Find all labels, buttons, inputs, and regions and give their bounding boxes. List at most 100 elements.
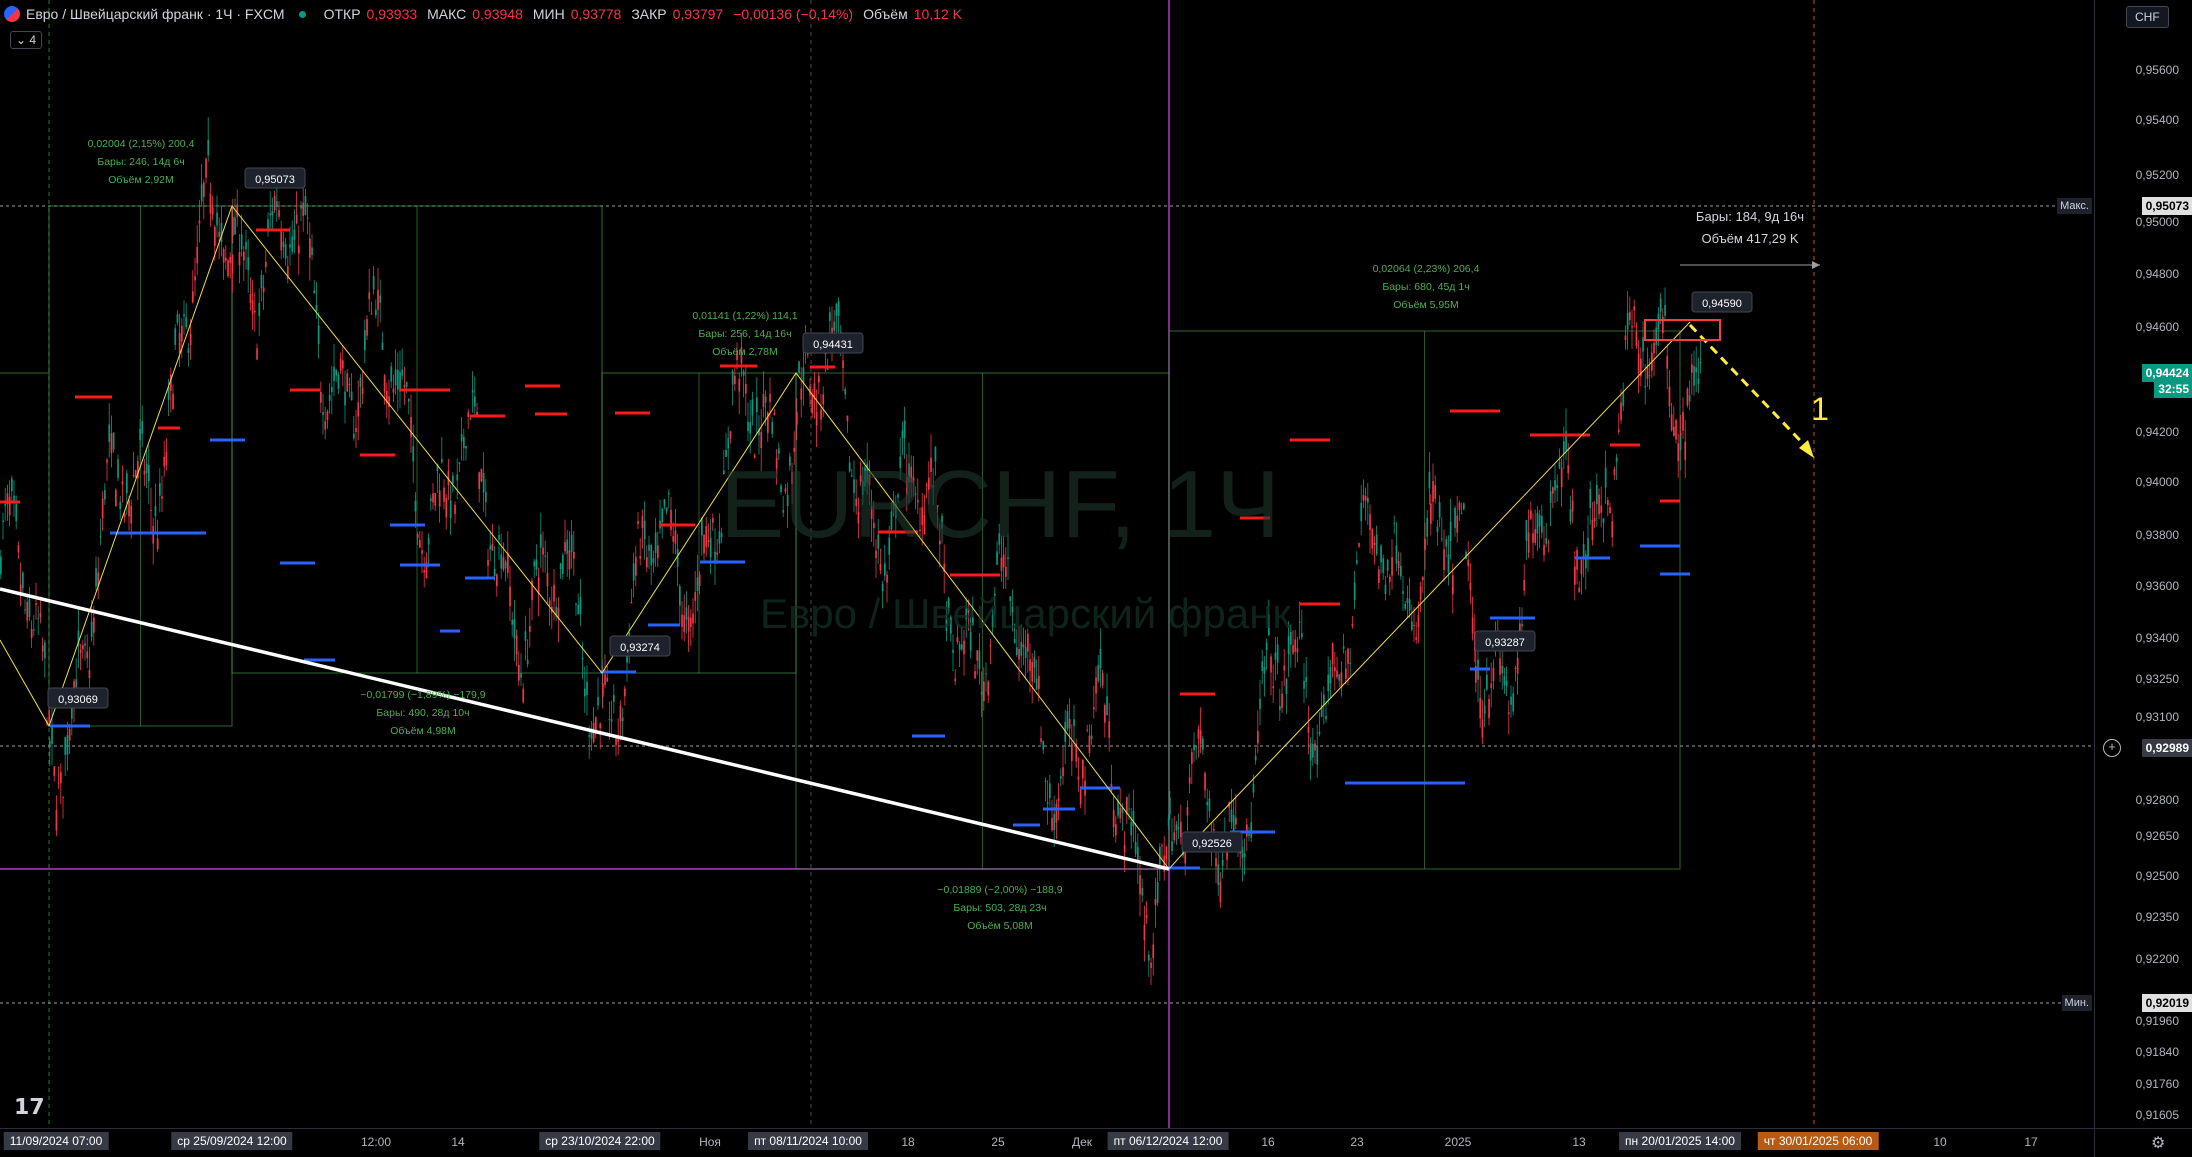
chart-canvas[interactable]: 1 Бары: 184, 9д 16ч Объём 417,29 K 0,02004 … xyxy=(0,0,2094,1128)
candle-body xyxy=(815,412,818,426)
price-axis[interactable]: 0,95600 0,95400 0,95200 0,95000 0,94800 0,946… xyxy=(2094,0,2192,1128)
price-tick: 0,94600 xyxy=(2135,320,2179,334)
add-alert-button[interactable]: + xyxy=(2103,739,2121,757)
price-tick: 0,93600 xyxy=(2135,579,2179,593)
candle-body xyxy=(1257,730,1259,744)
candle-body xyxy=(381,342,384,350)
chart-area[interactable]: 1 Бары: 184, 9д 16ч Объём 417,29 K 0,02004 … xyxy=(0,0,2094,1128)
candle-body xyxy=(309,238,311,258)
time-tick: 23 xyxy=(1350,1135,1364,1149)
candle-body xyxy=(1360,502,1363,522)
candle-body xyxy=(452,475,454,484)
candle-body xyxy=(1664,305,1666,316)
pivot-label: 0,93274 xyxy=(620,642,660,654)
candle-body xyxy=(1613,469,1616,476)
candle-body xyxy=(112,432,115,450)
candle-body xyxy=(403,384,406,388)
candle-body xyxy=(1635,331,1638,347)
candle-body xyxy=(998,533,1001,545)
candle-body xyxy=(747,421,749,432)
candle-body xyxy=(1018,648,1020,660)
candle-body xyxy=(1593,517,1596,522)
pivot-label: 0,95073 xyxy=(255,174,295,186)
candle-body xyxy=(1679,435,1682,451)
candle-body xyxy=(498,534,500,540)
candle-body xyxy=(496,574,498,587)
candle-body xyxy=(449,500,452,519)
candle-body xyxy=(906,477,908,495)
candle-body xyxy=(786,494,789,507)
collapse-indicators-button[interactable]: ⌄ 4 xyxy=(10,31,43,49)
candle-body xyxy=(234,217,236,235)
candle-body xyxy=(353,433,355,439)
candle-body xyxy=(923,515,926,535)
candle-body xyxy=(300,206,302,209)
candle-body xyxy=(613,694,615,702)
candle-body xyxy=(361,387,364,395)
low-label: МИН xyxy=(532,6,565,22)
candle-body xyxy=(820,409,822,420)
candle-body xyxy=(1481,719,1484,738)
time-axis[interactable]: 12:00 14 Ноя 18 25 Дек 16 23 2025 13 10 17 11/09/202… xyxy=(0,1128,2094,1157)
candle-body xyxy=(890,511,893,530)
candle-body xyxy=(93,617,95,633)
candle-body xyxy=(271,211,274,216)
candle-body xyxy=(108,424,111,442)
candle-body xyxy=(646,557,648,568)
currency-button[interactable]: CHF xyxy=(2126,6,2169,28)
candle-body xyxy=(1154,899,1157,905)
candle-body xyxy=(566,539,569,554)
candle-body xyxy=(1501,665,1504,674)
candle-body xyxy=(139,429,141,441)
candle-body xyxy=(1314,743,1316,751)
candle-body xyxy=(1347,648,1349,664)
candle-body xyxy=(1618,429,1620,432)
candle-body xyxy=(500,554,503,569)
candle-body xyxy=(1250,822,1253,838)
countdown-tag: 32:55 xyxy=(2154,380,2192,398)
candle-body xyxy=(1115,824,1117,836)
candle-body xyxy=(1413,625,1415,627)
candle-body xyxy=(313,290,316,294)
candle-body xyxy=(1095,677,1097,694)
candle-body xyxy=(899,456,902,468)
candle-body xyxy=(1281,693,1283,709)
candle-body xyxy=(408,398,410,402)
symbol-title[interactable]: Евро / Швейцарский франк · 1Ч · FXCM xyxy=(26,6,285,22)
candle-body xyxy=(888,537,891,555)
candle-body xyxy=(967,608,970,613)
candle-body xyxy=(324,421,327,430)
open-label: ОТКР xyxy=(323,6,361,22)
projection-arrowhead xyxy=(1799,440,1814,458)
candle-body xyxy=(265,262,267,267)
candle-body xyxy=(134,469,137,478)
candle-body xyxy=(84,643,86,646)
candle-body xyxy=(1424,538,1426,551)
time-tag: пн 20/01/2025 14:00 xyxy=(1619,1132,1741,1150)
candle-body xyxy=(1699,362,1702,364)
crosshair-price-tag: 0,92989 xyxy=(2141,739,2192,757)
candle-body xyxy=(586,681,588,696)
candle-body xyxy=(44,642,46,659)
candle-body xyxy=(174,328,177,345)
candle-body xyxy=(1193,744,1195,751)
candle-body xyxy=(491,543,494,551)
pivot-label: 0,94590 xyxy=(1702,298,1742,310)
gear-icon[interactable]: ⚙ xyxy=(2151,1133,2165,1153)
tradingview-logo-icon[interactable]: 𝟭𝟳 xyxy=(14,1094,45,1120)
candle-body xyxy=(471,390,474,393)
candle-body xyxy=(764,396,767,403)
candle-body xyxy=(1534,529,1537,543)
candle-body xyxy=(1197,729,1200,739)
price-tick: 0,93100 xyxy=(2135,710,2179,724)
wave-label: 1 xyxy=(1811,391,1829,427)
candle-body xyxy=(914,493,917,495)
candle-body xyxy=(597,696,599,706)
candle-body xyxy=(15,504,18,522)
candle-body xyxy=(941,515,943,529)
candle-body xyxy=(753,455,756,459)
candle-body xyxy=(1188,777,1191,784)
candle-body xyxy=(276,201,278,207)
min-side-label: Мин. xyxy=(2061,995,2092,1011)
open-value: 0,93933 xyxy=(366,6,418,22)
